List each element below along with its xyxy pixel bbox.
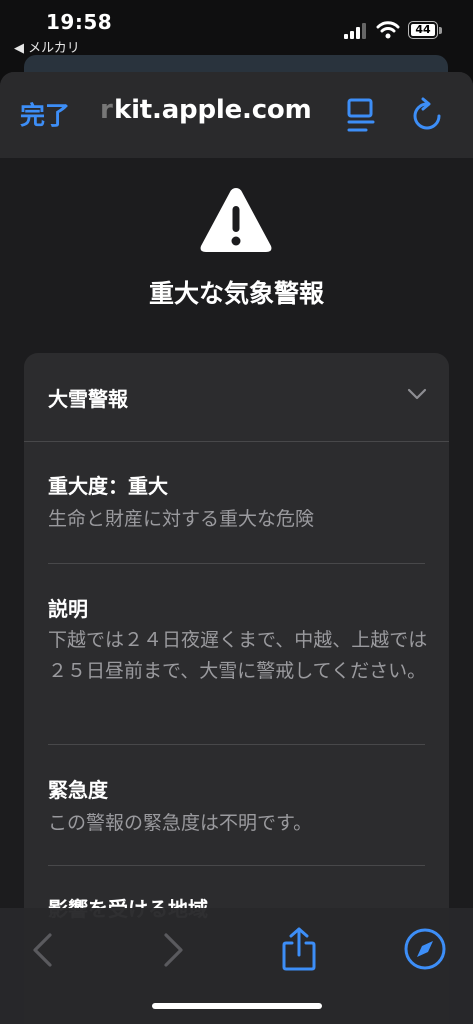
home-indicator [152,1003,322,1009]
url-title[interactable]: kit.apple.com [114,95,312,125]
safari-sheet: 完了 r kit.apple.com 重大な気象警報 大雪警報 重大度：重大 生… [0,72,473,1024]
reader-icon[interactable] [346,98,376,134]
alert-header[interactable]: 大雪警報 [24,353,449,442]
chevron-down-icon[interactable] [406,387,428,401]
page-content: 重大な気象警報 大雪警報 重大度：重大 生命と財産に対する重大な危険 説明 下越… [0,158,473,1024]
battery-icon: 44 [408,21,438,39]
divider [48,865,425,866]
url-fade-text: r [100,95,113,125]
urgency-title: 緊急度 [48,778,108,802]
reload-icon[interactable] [410,96,444,134]
wifi-icon [376,21,400,39]
navigation-bar: 完了 r kit.apple.com [0,72,473,158]
divider [48,744,425,745]
warning-triangle-icon [200,188,272,252]
status-bar: 19:58 ◀ メルカリ 44 [0,0,473,60]
cellular-signal-icon [344,23,366,39]
back-icon[interactable] [30,932,54,968]
divider [48,563,425,564]
urgency-body: この警報の緊急度は不明です。 [48,812,313,834]
description-title: 説明 [48,597,88,621]
back-to-app-link[interactable]: ◀ メルカリ [14,37,80,56]
share-icon[interactable] [280,926,318,972]
forward-icon[interactable] [162,932,186,968]
done-button[interactable]: 完了 [20,96,70,132]
severity-body: 生命と財産に対する重大な危険 [48,508,315,530]
page-title: 重大な気象警報 [148,279,324,308]
battery-level: 44 [415,23,431,36]
compass-icon[interactable] [404,928,446,970]
status-time: 19:58 [46,10,113,34]
alert-type: 大雪警報 [48,387,128,411]
description-body: 下越では２４日夜遅くまで、中越、上越では２５日昼前まで、大雪に警戒してください。 [48,629,428,682]
severity-title: 重大度：重大 [48,474,168,498]
bottom-toolbar [0,908,473,1024]
